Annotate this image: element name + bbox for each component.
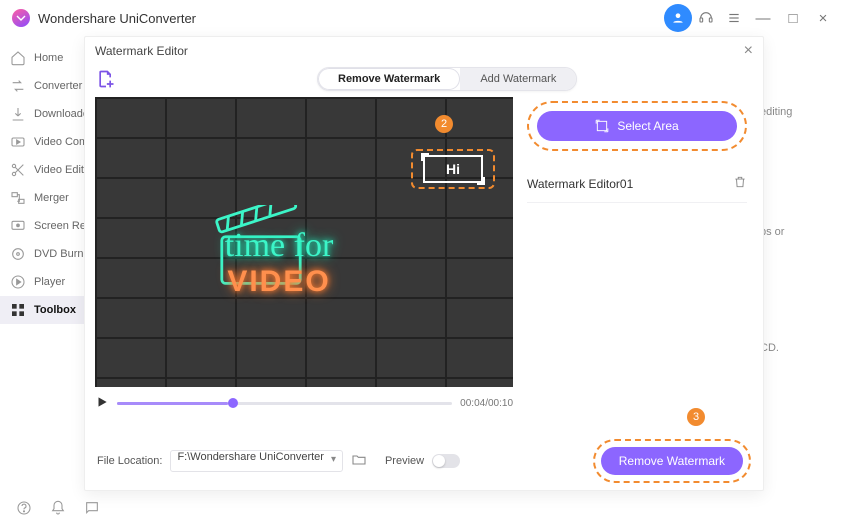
home-icon: [10, 50, 26, 66]
select-area-button[interactable]: Select Area: [537, 111, 737, 141]
menu-icon[interactable]: [720, 4, 748, 32]
toolbox-icon: [10, 302, 26, 318]
tab-add-watermark[interactable]: Add Watermark: [460, 68, 576, 90]
support-icon[interactable]: [692, 4, 720, 32]
sidebar-label: Video Compressor: [34, 136, 88, 148]
notification-icon[interactable]: [50, 500, 66, 519]
app-logo: [12, 9, 30, 27]
watermark-item-label: Watermark Editor01: [527, 177, 633, 191]
watermark-editor-modal: Watermark Editor × Remove Watermark Add …: [84, 36, 764, 491]
close-button[interactable]: ×: [808, 10, 838, 27]
merger-icon: [10, 190, 26, 206]
close-icon[interactable]: ×: [744, 42, 753, 60]
preview-label: Preview: [385, 455, 424, 467]
sidebar-item-editor[interactable]: Video Editor: [0, 156, 88, 184]
minimize-button[interactable]: —: [748, 10, 778, 27]
play-button[interactable]: [95, 395, 109, 412]
mode-segmented: Remove Watermark Add Watermark: [317, 67, 577, 91]
recorder-icon: [10, 218, 26, 234]
converter-icon: [10, 78, 26, 94]
modal-title: Watermark Editor: [95, 44, 188, 58]
hint-badge-2: 2: [435, 115, 453, 133]
player-icon: [10, 274, 26, 290]
side-panel: 1 Select Area Watermark Editor01: [517, 97, 753, 436]
help-icon[interactable]: [16, 500, 32, 519]
preview-toggle[interactable]: [432, 454, 460, 468]
compressor-icon: [10, 134, 26, 150]
hint-badge-3: 3: [687, 408, 705, 426]
sidebar-item-dvd[interactable]: DVD Burner: [0, 240, 88, 268]
sidebar: Home Converter Downloader Video Compress…: [0, 36, 88, 490]
sidebar-label: DVD Burner: [34, 248, 88, 260]
sidebar-item-compressor[interactable]: Video Compressor: [0, 128, 88, 156]
delete-icon[interactable]: [733, 175, 747, 192]
sidebar-item-toolbox[interactable]: Toolbox: [0, 296, 88, 324]
confirm-highlight: Remove Watermark: [593, 439, 751, 483]
sidebar-label: Home: [34, 52, 63, 64]
selection-box[interactable]: Hi: [423, 155, 483, 183]
neon-text: time for VIDEO: [169, 227, 389, 299]
download-icon: [10, 106, 26, 122]
dvd-icon: [10, 246, 26, 262]
select-area-highlight: Select Area: [527, 101, 747, 151]
titlebar: Wondershare UniConverter — □ ×: [0, 0, 850, 36]
sidebar-item-converter[interactable]: Converter: [0, 72, 88, 100]
sidebar-item-recorder[interactable]: Screen Recorder: [0, 212, 88, 240]
sidebar-item-merger[interactable]: Merger: [0, 184, 88, 212]
scissors-icon: [10, 162, 26, 178]
sidebar-label: Player: [34, 276, 65, 288]
app-title: Wondershare UniConverter: [38, 11, 196, 26]
selection-highlight: Hi: [411, 149, 495, 189]
seek-slider[interactable]: [117, 402, 452, 405]
sidebar-label: Downloader: [34, 108, 88, 120]
sidebar-item-home[interactable]: Home: [0, 44, 88, 72]
feedback-icon[interactable]: [84, 500, 100, 519]
tab-remove-watermark[interactable]: Remove Watermark: [318, 68, 460, 90]
sidebar-label: Toolbox: [34, 304, 76, 316]
watermark-item[interactable]: Watermark Editor01: [527, 175, 747, 192]
add-file-button[interactable]: [95, 68, 117, 90]
file-location-select[interactable]: F:\Wondershare UniConverter: [170, 450, 343, 472]
account-icon[interactable]: [664, 4, 692, 32]
video-canvas[interactable]: 2 time for VIDEO Hi: [95, 97, 513, 387]
footer: [0, 490, 116, 528]
background-text: editing ps or CD.: [760, 60, 840, 354]
sidebar-label: Converter: [34, 80, 82, 92]
sidebar-item-downloader[interactable]: Downloader: [0, 100, 88, 128]
maximize-button[interactable]: □: [778, 10, 808, 27]
sidebar-label: Video Editor: [34, 164, 88, 176]
sidebar-label: Merger: [34, 192, 69, 204]
file-location-label: File Location:: [97, 455, 162, 467]
sidebar-item-player[interactable]: Player: [0, 268, 88, 296]
video-preview-pane: 2 time for VIDEO Hi: [95, 97, 513, 436]
time-display: 00:04/00:10: [460, 398, 513, 409]
remove-watermark-button[interactable]: Remove Watermark: [601, 447, 743, 475]
sidebar-label: Screen Recorder: [34, 220, 88, 232]
open-folder-icon[interactable]: [351, 452, 367, 471]
